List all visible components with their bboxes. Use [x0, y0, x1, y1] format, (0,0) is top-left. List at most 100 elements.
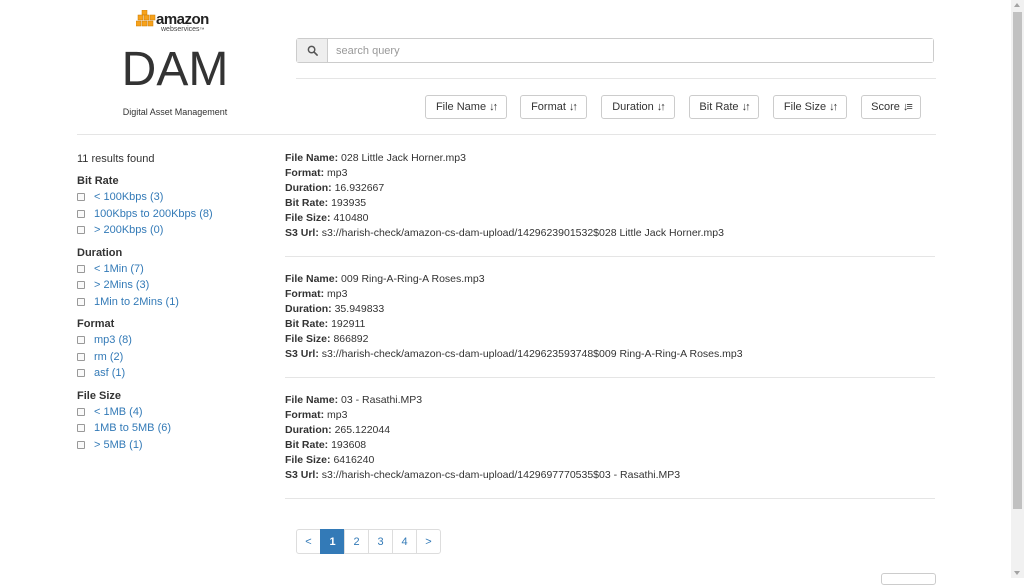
result-duration: Duration: 265.122044 — [285, 424, 391, 437]
scroll-up-icon[interactable] — [1014, 3, 1020, 7]
pagination: < 1 2 3 4 > — [296, 529, 441, 554]
facet-link[interactable]: mp3 (8) — [94, 334, 132, 346]
facet-item[interactable]: < 1MB (4) — [77, 404, 277, 421]
facet-item[interactable]: < 1Min (7) — [77, 261, 277, 278]
result-file-name: File Name: 028 Little Jack Horner.mp3 — [285, 152, 466, 164]
page-scrollbar[interactable] — [1011, 0, 1024, 578]
facet-link[interactable]: 1Min to 2Mins (1) — [94, 296, 179, 308]
facet-link[interactable]: > 2Mins (3) — [94, 279, 149, 291]
sort-format-button[interactable]: Format ↓↑ — [520, 95, 587, 119]
facet-checkbox[interactable] — [77, 226, 85, 235]
facet-title-bit-rate: Bit Rate — [77, 175, 119, 187]
sort-button-label: Duration — [612, 101, 654, 113]
result-format: Format: mp3 — [285, 167, 348, 180]
facet-link[interactable]: rm (2) — [94, 351, 123, 363]
facet-checkbox[interactable] — [77, 297, 85, 306]
facet-link[interactable]: < 1Min (7) — [94, 263, 144, 275]
sort-button-label: Bit Rate — [699, 101, 739, 113]
facet-checkbox[interactable] — [77, 336, 85, 345]
sort-button-label: Score — [871, 101, 900, 113]
facet-item[interactable]: > 5MB (1) — [77, 437, 277, 454]
pagination-page-3[interactable]: 3 — [368, 529, 393, 554]
facet-sidebar: 11 results found Bit Rate < 100Kbps (3) … — [77, 150, 277, 453]
result-divider — [285, 377, 935, 378]
sort-duration-button[interactable]: Duration ↓↑ — [601, 95, 675, 119]
facet-item[interactable]: rm (2) — [77, 349, 277, 366]
facet-checkbox[interactable] — [77, 193, 85, 202]
result-divider — [285, 256, 935, 257]
sort-arrows-icon: ↓↑ — [489, 101, 498, 113]
sort-score-button[interactable]: Score ↓≡ — [861, 95, 921, 119]
page-title: DAM — [121, 43, 229, 96]
facet-item[interactable]: 100Kbps to 200Kbps (8) — [77, 206, 277, 223]
facet-checkbox[interactable] — [77, 424, 85, 433]
result-format: Format: mp3 — [285, 288, 348, 301]
search-icon[interactable] — [297, 39, 328, 62]
aws-cubes-icon — [136, 10, 156, 27]
facet-checkbox[interactable] — [77, 281, 85, 290]
facet-item[interactable]: 1MB to 5MB (6) — [77, 420, 277, 437]
facet-item[interactable]: asf (1) — [77, 365, 277, 382]
result-duration: Duration: 35.949833 — [285, 303, 385, 316]
result-bit-rate: Bit Rate: 192911 — [285, 318, 366, 331]
sort-descending-icon: ↓≡ — [902, 101, 913, 113]
sort-button-label: File Size — [783, 101, 827, 113]
facet-link[interactable]: 100Kbps to 200Kbps (8) — [94, 208, 213, 220]
facet-link[interactable]: asf (1) — [94, 367, 125, 379]
result-format: Format: mp3 — [285, 409, 348, 422]
facet-checkbox[interactable] — [77, 369, 85, 378]
facet-title-format: Format — [77, 318, 115, 330]
result-file-size: File Size: 410480 — [285, 212, 369, 225]
result-file-name: File Name: 03 - Rasathi.MP3 — [285, 394, 423, 406]
result-bit-rate: Bit Rate: 193935 — [285, 197, 367, 210]
search-bar — [296, 38, 934, 63]
sort-arrows-icon: ↓↑ — [741, 101, 751, 113]
facet-item[interactable]: 1Min to 2Mins (1) — [77, 294, 277, 311]
header-divider — [296, 78, 936, 79]
facet-checkbox[interactable] — [77, 209, 85, 218]
result-file-size: File Size: 6416240 — [285, 454, 375, 467]
sort-file-size-button[interactable]: File Size ↓↑ — [773, 95, 847, 119]
sort-file-name-button[interactable]: File Name ↓↑ — [425, 95, 507, 119]
pagination-prev[interactable]: < — [296, 529, 321, 554]
pagination-page-4[interactable]: 4 — [392, 529, 417, 554]
facet-title-duration: Duration — [77, 246, 123, 259]
facet-checkbox[interactable] — [77, 352, 85, 361]
aws-brand-text: amazon — [156, 11, 209, 28]
aws-sub-text: webservices™ — [161, 26, 205, 33]
facet-item[interactable]: > 2Mins (3) — [77, 277, 277, 294]
result-duration: Duration: 16.932667 — [285, 182, 385, 195]
scrollbar-thumb[interactable] — [1013, 12, 1022, 509]
facet-link[interactable]: > 200Kbps (0) — [94, 224, 163, 236]
sort-arrows-icon: ↓↑ — [656, 101, 666, 113]
result-divider — [285, 498, 935, 499]
sort-button-label: Format — [531, 101, 566, 113]
scroll-down-icon[interactable] — [1014, 571, 1020, 575]
facet-item[interactable]: > 200Kbps (0) — [77, 222, 277, 239]
facet-link[interactable]: > 5MB (1) — [94, 439, 143, 451]
facet-checkbox[interactable] — [77, 440, 85, 449]
facet-checkbox[interactable] — [77, 407, 85, 416]
facet-checkbox[interactable] — [77, 264, 85, 273]
sort-button-label: File Name — [435, 101, 487, 113]
pagination-page-2[interactable]: 2 — [344, 529, 369, 554]
page-subtitle: Digital Asset Management — [122, 107, 228, 117]
results-count: 11 results found — [77, 153, 155, 165]
facet-link[interactable]: < 100Kbps (3) — [94, 191, 163, 203]
pagination-page-1[interactable]: 1 — [320, 529, 345, 554]
footer-button-stub[interactable] — [881, 573, 936, 585]
facet-link[interactable]: 1MB to 5MB (6) — [94, 422, 171, 434]
result-item: File Name: 009 Ring-A-Ring-A Roses.mp3 F… — [285, 272, 935, 363]
result-file-name: File Name: 009 Ring-A-Ring-A Roses.mp3 — [285, 273, 485, 285]
result-file-size: File Size: 866892 — [285, 333, 369, 346]
search-input[interactable] — [328, 39, 933, 62]
facet-item[interactable]: mp3 (8) — [77, 332, 277, 349]
toolbar-divider — [77, 134, 936, 135]
facet-link[interactable]: < 1MB (4) — [94, 406, 143, 418]
result-item: File Name: 03 - Rasathi.MP3 Format: mp3 … — [285, 393, 935, 484]
result-item: File Name: 028 Little Jack Horner.mp3 Fo… — [285, 151, 935, 242]
sort-arrows-icon: ↓↑ — [568, 101, 578, 113]
pagination-next[interactable]: > — [416, 529, 441, 554]
sort-bit-rate-button[interactable]: Bit Rate ↓↑ — [689, 95, 759, 119]
facet-item[interactable]: < 100Kbps (3) — [77, 189, 277, 206]
